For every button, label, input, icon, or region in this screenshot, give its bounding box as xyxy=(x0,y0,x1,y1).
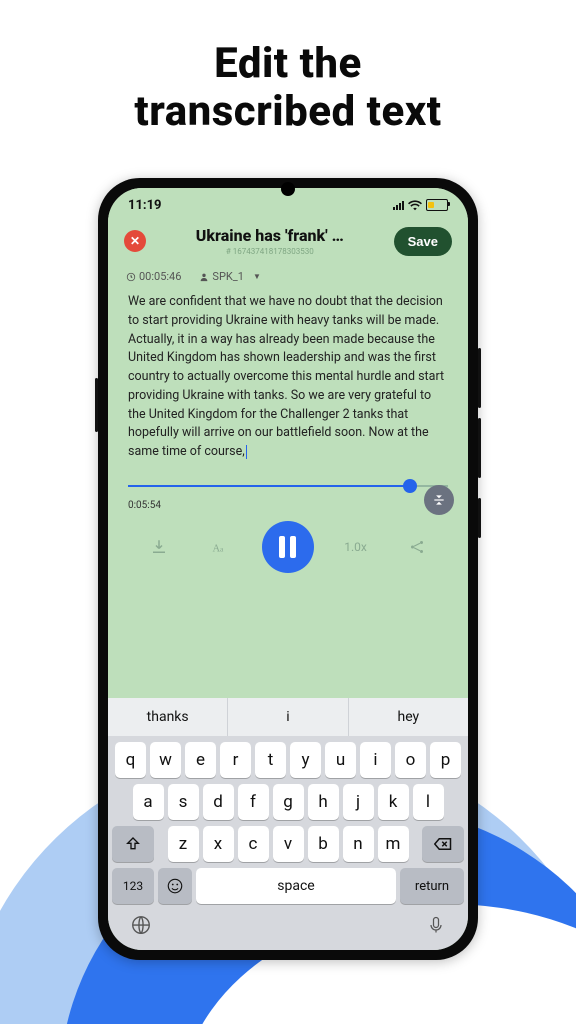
key-d[interactable]: d xyxy=(203,784,234,820)
clock-icon xyxy=(126,272,136,282)
download-button[interactable] xyxy=(139,538,179,556)
font-style-button[interactable]: Aa xyxy=(200,538,240,556)
key-w[interactable]: w xyxy=(150,742,181,778)
text-cursor xyxy=(246,445,247,459)
key-n[interactable]: n xyxy=(343,826,374,862)
promo-line-1: Edit the xyxy=(0,40,576,88)
emoji-key[interactable] xyxy=(158,868,192,904)
key-q[interactable]: q xyxy=(115,742,146,778)
key-f[interactable]: f xyxy=(238,784,269,820)
key-z[interactable]: z xyxy=(168,826,199,862)
key-l[interactable]: l xyxy=(413,784,444,820)
key-b[interactable]: b xyxy=(308,826,339,862)
key-k[interactable]: k xyxy=(378,784,409,820)
promo-line-2: transcribed text xyxy=(0,88,576,136)
keyboard: qwertyuiop asdfghjkl zxcvbnm 123 xyxy=(108,736,468,908)
suggestion-item[interactable]: thanks xyxy=(108,698,227,736)
close-button[interactable]: ✕ xyxy=(124,230,146,252)
key-p[interactable]: p xyxy=(430,742,461,778)
key-x[interactable]: x xyxy=(203,826,234,862)
wifi-icon xyxy=(408,199,422,211)
suggestion-item[interactable]: hey xyxy=(348,698,468,736)
key-t[interactable]: t xyxy=(255,742,286,778)
key-v[interactable]: v xyxy=(273,826,304,862)
signal-icon xyxy=(393,200,404,210)
key-a[interactable]: a xyxy=(133,784,164,820)
front-camera-cutout xyxy=(281,182,295,196)
time-current: 0:05:54 xyxy=(128,500,161,511)
backspace-key[interactable] xyxy=(422,826,464,862)
key-i[interactable]: i xyxy=(360,742,391,778)
playback-speed-button[interactable]: 1.0x xyxy=(336,540,376,554)
save-button[interactable]: Save xyxy=(394,227,452,256)
chevron-down-icon: ▼ xyxy=(253,272,261,281)
battery-icon xyxy=(426,199,448,211)
numeric-key[interactable]: 123 xyxy=(112,868,154,904)
document-id: # 167437418178303530 xyxy=(154,247,386,256)
pause-button[interactable] xyxy=(262,521,314,573)
key-h[interactable]: h xyxy=(308,784,339,820)
key-r[interactable]: r xyxy=(220,742,251,778)
keyboard-suggestions: thanks i hey xyxy=(108,698,468,736)
expand-collapse-button[interactable] xyxy=(424,485,454,515)
person-icon xyxy=(199,272,209,282)
globe-key[interactable] xyxy=(130,914,152,940)
playback-slider[interactable] xyxy=(128,474,448,498)
mic-key[interactable] xyxy=(426,914,446,940)
key-e[interactable]: e xyxy=(185,742,216,778)
space-key[interactable]: space xyxy=(196,868,396,904)
key-y[interactable]: y xyxy=(290,742,321,778)
phone-mockup: 11:19 ✕ Ukraine has 'frank' … # 16743741… xyxy=(98,178,478,960)
key-j[interactable]: j xyxy=(343,784,374,820)
svg-text:a: a xyxy=(220,544,224,553)
segment-timestamp: 00:05:46 xyxy=(126,270,181,283)
return-key[interactable]: return xyxy=(400,868,464,904)
document-title: Ukraine has 'frank' … xyxy=(154,226,386,245)
pause-icon xyxy=(279,536,296,558)
key-o[interactable]: o xyxy=(395,742,426,778)
speaker-selector[interactable]: SPK_1 ▼ xyxy=(199,270,260,283)
key-s[interactable]: s xyxy=(168,784,199,820)
key-c[interactable]: c xyxy=(238,826,269,862)
status-time: 11:19 xyxy=(128,198,162,213)
promo-heading: Edit the transcribed text xyxy=(0,40,576,137)
key-m[interactable]: m xyxy=(378,826,409,862)
transcript-text[interactable]: We are confident that we have no doubt t… xyxy=(108,289,468,474)
shift-key[interactable] xyxy=(112,826,154,862)
share-button[interactable] xyxy=(397,538,437,556)
suggestion-item[interactable]: i xyxy=(227,698,347,736)
key-g[interactable]: g xyxy=(273,784,304,820)
key-u[interactable]: u xyxy=(325,742,356,778)
